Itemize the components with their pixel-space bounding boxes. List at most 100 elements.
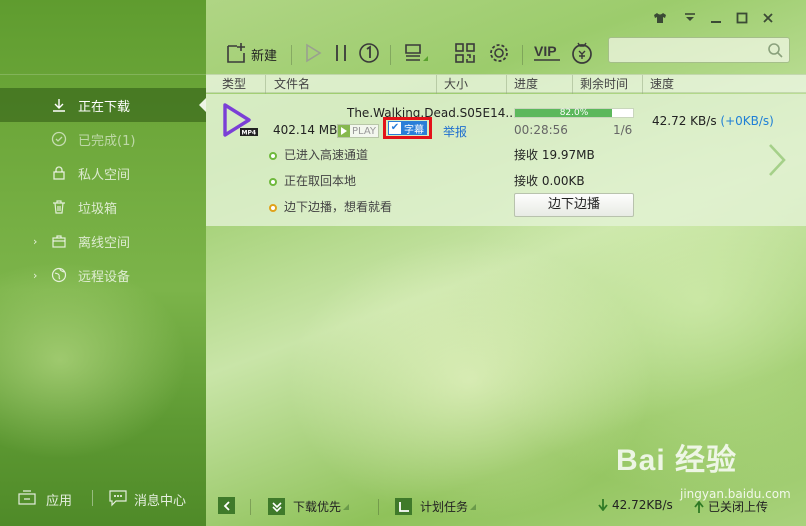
minimize-icon[interactable]	[706, 9, 726, 27]
download-speed: 42.72 KB/s (+0KB/s)	[652, 114, 774, 128]
toolbar-divider	[390, 45, 391, 65]
progress-bar: 82.0%	[514, 108, 634, 118]
sidebar-item-label: 垃圾箱	[78, 201, 118, 217]
settings-button[interactable]	[486, 39, 512, 69]
sidebar-item-downloading[interactable]: 正在下载	[0, 88, 206, 122]
sidebar-item-label: 远程设备	[78, 269, 131, 285]
speed-value: 42.72 KB/s	[652, 114, 717, 128]
chevron-right-icon[interactable]: ›	[33, 269, 37, 282]
checkbox-checked-icon: ✔	[389, 122, 401, 134]
list-header: 类型 文件名 大小 进度 剩余时间 速度	[206, 74, 806, 94]
subtitle-label: 字幕	[404, 124, 424, 136]
status-dot-green	[269, 175, 277, 189]
sidebar-item-private-space[interactable]: 私人空间	[0, 156, 206, 190]
column-divider[interactable]	[642, 75, 643, 94]
new-task-button[interactable]: 新建	[218, 39, 284, 69]
skin-icon[interactable]	[650, 9, 670, 27]
qr-code-icon	[454, 42, 476, 67]
menu-icon[interactable]	[680, 9, 700, 27]
report-link[interactable]: 举报	[443, 123, 467, 140]
pause-button[interactable]	[330, 39, 352, 69]
column-progress[interactable]: 进度	[514, 76, 538, 93]
mp4-file-icon: MP4	[222, 102, 260, 141]
maximize-icon[interactable]	[732, 9, 752, 27]
download-priority-button[interactable]: 下载优先	[268, 498, 350, 515]
column-filename[interactable]: 文件名	[274, 76, 310, 93]
status-line: 边下边播，想看就看	[284, 200, 393, 214]
message-center-button[interactable]: 消息中心	[134, 490, 186, 509]
apps-button[interactable]: 应用	[46, 490, 72, 509]
stream-play-button[interactable]: 边下边播	[514, 193, 634, 217]
new-file-icon	[225, 42, 247, 67]
chevron-left-icon	[218, 497, 235, 514]
speed-limit-button[interactable]	[356, 39, 382, 69]
watermark-logo: Bai 经验	[616, 444, 738, 477]
status-dot-orange	[269, 201, 277, 215]
chevron-right-icon[interactable]	[766, 142, 788, 181]
svg-text:VIP: VIP	[534, 43, 557, 59]
pause-icon	[334, 43, 348, 66]
start-button[interactable]	[300, 39, 326, 69]
part-count: 1/6	[613, 123, 633, 137]
collapse-button[interactable]	[218, 497, 235, 514]
scheduled-tasks-button[interactable]: 计划任务	[395, 498, 477, 515]
chevron-right-icon[interactable]: ›	[33, 235, 37, 248]
sidebar-item-offline-space[interactable]: › 离线空间	[0, 224, 206, 258]
vip-button[interactable]: VIP	[532, 39, 562, 69]
sidebar-item-label: 私人空间	[78, 167, 131, 183]
sidebar-item-completed[interactable]: 已完成(1)	[0, 122, 206, 156]
status-line: 已进入高速通道	[284, 148, 369, 162]
bottom-divider	[92, 490, 93, 506]
play-label: PLAY	[352, 125, 377, 137]
baidu-jingyan-watermark: Bai 经验 jingyan.baidu.com	[610, 435, 791, 510]
wallet-button[interactable]	[568, 39, 596, 69]
clock-icon	[395, 498, 412, 515]
remaining-time: 00:28:56	[514, 123, 568, 137]
column-size[interactable]: 大小	[444, 76, 468, 93]
search-box[interactable]	[608, 37, 790, 63]
apps-icon[interactable]	[18, 490, 36, 510]
sidebar-item-label: 已完成(1)	[78, 133, 136, 149]
new-task-label: 新建	[250, 48, 277, 64]
statusbar-divider	[378, 499, 379, 515]
priority-icon	[268, 498, 285, 515]
progress-text: 82.0%	[559, 108, 589, 118]
lock-icon	[50, 164, 68, 182]
subtitle-toggle[interactable]: ✔ 字幕	[388, 121, 427, 136]
cloud-box-icon	[50, 232, 68, 250]
message-icon[interactable]	[108, 489, 128, 511]
status-dot-green	[269, 149, 277, 163]
column-divider[interactable]	[265, 75, 266, 94]
schedule-label: 计划任务	[420, 500, 469, 514]
download-icon	[50, 96, 68, 114]
file-type-label: MP4	[242, 130, 257, 137]
sidebar-item-label: 正在下载	[78, 99, 131, 115]
subtitle-highlight: ✔ 字幕	[383, 117, 432, 139]
sidebar-item-trash[interactable]: 垃圾箱	[0, 190, 206, 224]
column-speed[interactable]: 速度	[650, 76, 674, 93]
play-badge[interactable]: PLAY	[337, 124, 380, 138]
close-icon[interactable]	[758, 9, 778, 27]
scan-button[interactable]	[452, 39, 478, 69]
check-circle-icon	[50, 130, 68, 148]
globe-icon	[50, 266, 68, 284]
sidebar-item-label: 离线空间	[78, 235, 131, 251]
search-icon[interactable]	[767, 42, 783, 61]
column-type[interactable]: 类型	[222, 76, 246, 93]
sidebar-item-remote-devices[interactable]: › 远程设备	[0, 258, 206, 292]
download-task-row[interactable]: MP4 The.Walking.Dead.S05E14... 402.14 MB…	[206, 94, 806, 226]
sidebar-bottom: 应用 消息中心	[0, 485, 206, 513]
money-bag-icon	[570, 41, 594, 68]
sort-button[interactable]	[400, 39, 434, 69]
column-divider[interactable]	[506, 75, 507, 94]
column-divider[interactable]	[436, 75, 437, 94]
toolbar-divider	[291, 45, 292, 65]
search-input[interactable]	[609, 38, 759, 62]
toolbar-divider	[522, 45, 523, 65]
play-icon	[338, 125, 350, 137]
received-amount: 接收 0.00KB	[514, 174, 585, 188]
received-amount: 接收 19.97MB	[514, 148, 595, 162]
column-divider[interactable]	[572, 75, 573, 94]
column-remaining[interactable]: 剩余时间	[580, 76, 628, 93]
gear-icon	[487, 41, 511, 68]
